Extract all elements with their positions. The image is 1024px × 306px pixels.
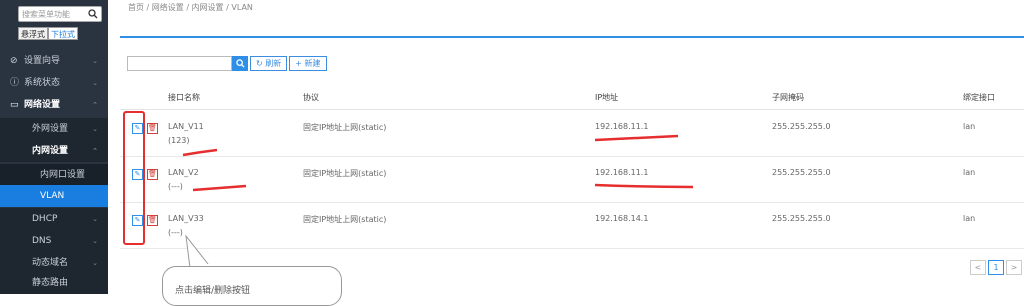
annotation-underlines — [182, 134, 694, 269]
callout-pointer — [185, 234, 209, 269]
underline-mark — [192, 184, 247, 192]
pagination: < 1 > — [970, 260, 1024, 275]
annotation-text: 点击编辑/删除按钮 — [175, 286, 251, 296]
underline-mark — [594, 183, 694, 189]
underline-mark — [594, 134, 679, 142]
annotation-bubble: 点击编辑/删除按钮 — [162, 266, 342, 306]
underline-mark — [182, 148, 218, 157]
next-page-button[interactable]: > — [1006, 260, 1022, 275]
page-number-button[interactable]: 1 — [988, 260, 1004, 275]
prev-page-button[interactable]: < — [970, 260, 986, 275]
